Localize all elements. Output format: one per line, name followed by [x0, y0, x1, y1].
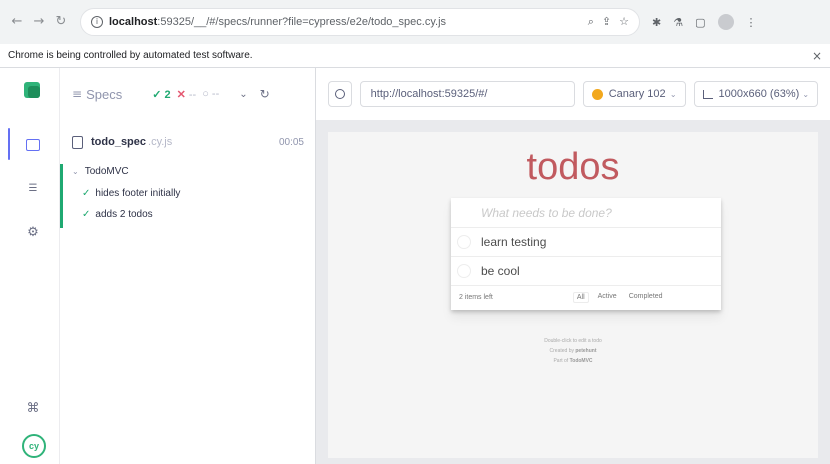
cypress-logo-icon[interactable]: cy — [22, 434, 46, 458]
failed-count: ✕ -- — [176, 88, 197, 101]
check-icon: ✓ — [82, 188, 91, 199]
address-bar[interactable]: i localhost:59325/__/#/specs/runner?file… — [80, 8, 640, 36]
chevron-down-icon: ⌄ — [669, 89, 677, 99]
todo-label: learn testing — [481, 235, 547, 249]
passed-count: ✓ 2 — [152, 88, 171, 101]
selector-playground-button[interactable] — [328, 81, 352, 107]
test-suite[interactable]: ⌄ TodoMVC ✓ hides footer initially ✓ add… — [60, 164, 316, 228]
menu-icon[interactable]: ⋮ — [746, 16, 757, 29]
filter-completed[interactable]: Completed — [626, 292, 666, 303]
info-created-by: Created by petehunt — [549, 348, 597, 354]
reporter-panel: ≡ Specs ✓ 2 ✕ -- ○ -- ⌄ ↻ todo_spec .cy.… — [60, 68, 316, 464]
viewport-icon — [702, 89, 713, 99]
aut-iframe: todos What needs to be done? learn testi… — [328, 132, 818, 458]
todo-filters: All Active Completed — [572, 291, 666, 303]
pending-count: ○ -- — [202, 88, 220, 100]
todo-footer: 2 items left All Active Completed — [451, 286, 721, 308]
keyboard-shortcuts-icon[interactable]: ⌘ — [24, 400, 42, 418]
lab-icon[interactable]: ⚗ — [673, 16, 683, 29]
nav-active-indicator — [8, 128, 10, 160]
infobar-message: Chrome is being controlled by automated … — [8, 50, 253, 61]
reporter-header: ≡ Specs ✓ 2 ✕ -- ○ -- ⌄ ↻ — [60, 68, 315, 120]
chevron-down-icon[interactable]: ⌄ — [239, 89, 247, 100]
todo-toggle-checkbox[interactable] — [457, 264, 471, 278]
runs-nav-icon[interactable]: ☰ — [24, 180, 42, 198]
filter-all[interactable]: All — [572, 291, 589, 303]
new-todo-input[interactable]: What needs to be done? — [451, 198, 721, 228]
todomvc-link[interactable]: TodoMVC — [570, 358, 593, 364]
todos-heading: todos — [526, 146, 620, 188]
specs-nav-icon[interactable] — [24, 136, 42, 154]
todo-count: 2 items left — [459, 293, 493, 301]
aut-toolbar: http://localhost:59325/#/ Canary 102 ⌄ 1… — [316, 68, 830, 120]
sidebar-icon[interactable]: ▢ — [695, 16, 705, 29]
chevron-down-icon: ⌄ — [802, 89, 810, 99]
crosshair-icon — [334, 89, 345, 99]
zoom-icon[interactable]: ⌕ — [588, 15, 594, 29]
extensions-icon[interactable]: ✱ — [652, 16, 661, 29]
filter-active[interactable]: Active — [595, 292, 620, 303]
project-logo-icon[interactable] — [24, 82, 40, 98]
aut-stage: todos What needs to be done? learn testi… — [316, 120, 830, 464]
browser-selector[interactable]: Canary 102 ⌄ — [582, 81, 686, 107]
specs-toggle[interactable]: Specs — [86, 87, 122, 102]
forward-arrow-icon[interactable]: → — [30, 13, 48, 31]
spec-file-row[interactable]: todo_spec .cy.js 00:05 — [60, 132, 316, 152]
back-arrow-icon[interactable]: ← — [8, 13, 26, 31]
cypress-side-nav: ☰ ⚙ ⌘ cy — [0, 68, 60, 464]
author-link[interactable]: petehunt — [575, 348, 596, 354]
spec-duration: 00:05 — [278, 136, 304, 148]
spec-file-name: todo_spec — [91, 136, 147, 148]
settings-gear-icon[interactable]: ⚙ — [24, 224, 42, 242]
close-icon[interactable]: × — [812, 49, 822, 63]
automation-infobar: Chrome is being controlled by automated … — [0, 44, 830, 68]
todo-item[interactable]: be cool — [451, 257, 721, 286]
url-host: localhost — [109, 16, 158, 28]
aut-url-bar[interactable]: http://localhost:59325/#/ — [359, 81, 575, 107]
todo-label: be cool — [481, 264, 520, 278]
reload-icon[interactable]: ↻ — [52, 13, 70, 31]
site-info-icon[interactable]: i — [91, 16, 103, 28]
chrome-canary-icon — [591, 88, 603, 100]
bookmark-star-icon[interactable]: ☆ — [619, 15, 629, 29]
test-item[interactable]: ✓ adds 2 todos — [82, 209, 153, 220]
browser-toolbar: ← → ↻ i localhost:59325/__/#/specs/runne… — [0, 0, 830, 44]
chevron-down-icon[interactable]: ⌄ — [72, 167, 79, 176]
check-icon: ✓ — [82, 209, 91, 220]
viewport-info[interactable]: 1000x660 (63%) ⌄ — [693, 81, 819, 107]
file-icon — [72, 135, 83, 149]
spec-file-ext: .cy.js — [148, 136, 173, 148]
specs-list-icon[interactable]: ≡ — [72, 87, 82, 101]
url-path: :59325/__/#/specs/runner?file=cypress/e2… — [157, 16, 447, 28]
info-edit-hint: Double-click to edit a todo — [544, 338, 602, 344]
rerun-icon[interactable]: ↻ — [260, 87, 270, 101]
profile-icon[interactable] — [717, 14, 734, 30]
todo-toggle-checkbox[interactable] — [457, 235, 471, 249]
test-item[interactable]: ✓ hides footer initially — [82, 188, 180, 199]
info-part-of: Part of TodoMVC — [553, 358, 593, 364]
share-icon[interactable]: ⇪ — [602, 15, 611, 29]
todo-app: What needs to be done? learn testing be … — [451, 198, 721, 310]
suite-status-bar — [60, 164, 63, 228]
todo-item[interactable]: learn testing — [451, 228, 721, 257]
suite-title[interactable]: ⌄ TodoMVC — [72, 166, 129, 177]
